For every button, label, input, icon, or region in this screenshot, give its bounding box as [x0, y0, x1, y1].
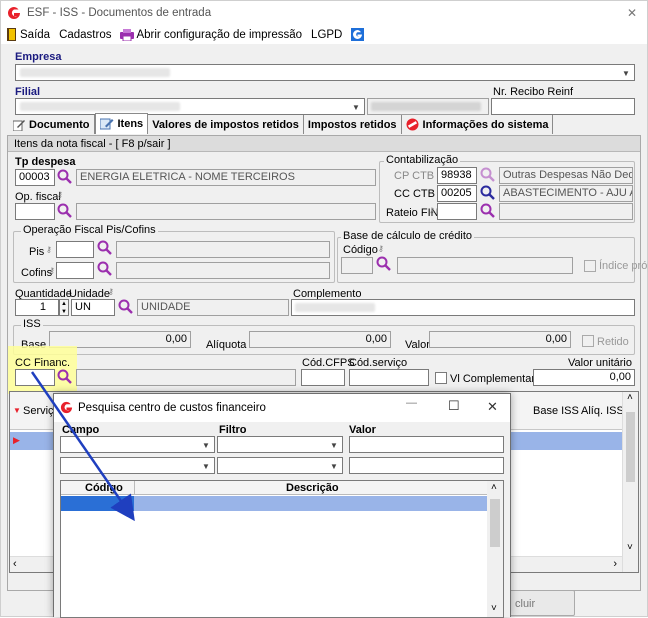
- annotation-arrow-icon: [30, 371, 135, 522]
